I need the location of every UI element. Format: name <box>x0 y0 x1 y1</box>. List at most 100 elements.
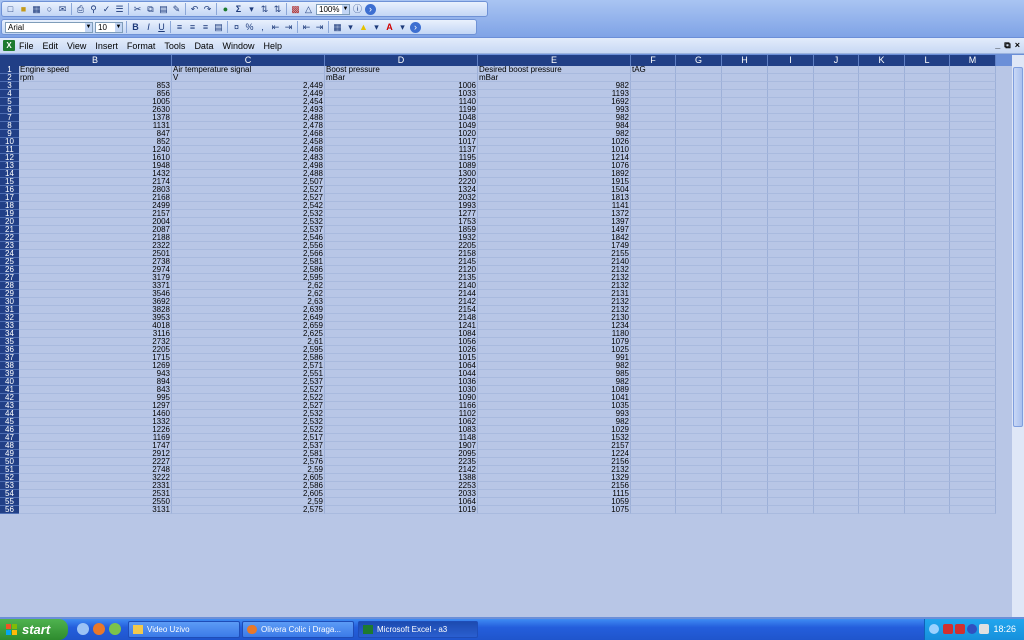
cell[interactable]: 1059 <box>478 498 631 506</box>
close-icon[interactable]: × <box>1015 40 1020 51</box>
cell[interactable] <box>950 66 996 74</box>
cell[interactable] <box>768 306 814 314</box>
cell[interactable] <box>814 138 859 146</box>
cell[interactable] <box>631 202 676 210</box>
cell[interactable] <box>676 266 722 274</box>
cell[interactable] <box>768 282 814 290</box>
cell[interactable]: 982 <box>478 114 631 122</box>
cell[interactable] <box>676 210 722 218</box>
cell[interactable] <box>768 290 814 298</box>
cell[interactable]: 847 <box>19 130 172 138</box>
cell[interactable] <box>722 106 768 114</box>
cell[interactable] <box>814 170 859 178</box>
cell[interactable]: 1090 <box>325 394 478 402</box>
cell[interactable] <box>722 266 768 274</box>
cell[interactable]: 2235 <box>325 458 478 466</box>
cell[interactable]: 1378 <box>19 114 172 122</box>
cell[interactable] <box>859 250 905 258</box>
cell[interactable] <box>905 242 950 250</box>
menu-view[interactable]: View <box>67 41 86 51</box>
cell[interactable]: 1300 <box>325 170 478 178</box>
cell[interactable] <box>905 98 950 106</box>
cell[interactable] <box>905 378 950 386</box>
cell[interactable] <box>905 330 950 338</box>
cell[interactable] <box>814 266 859 274</box>
cell[interactable] <box>676 130 722 138</box>
cell[interactable]: 4018 <box>19 322 172 330</box>
cell[interactable] <box>950 314 996 322</box>
cell[interactable]: 1948 <box>19 162 172 170</box>
cell[interactable]: 1932 <box>325 234 478 242</box>
cell[interactable]: tAG <box>631 66 676 74</box>
cell[interactable] <box>631 114 676 122</box>
column-header-i[interactable]: I <box>768 55 814 66</box>
media-player-icon[interactable] <box>109 623 121 635</box>
cell[interactable] <box>676 298 722 306</box>
cell[interactable] <box>676 410 722 418</box>
cell[interactable] <box>722 202 768 210</box>
cell[interactable] <box>722 370 768 378</box>
cell[interactable] <box>859 178 905 186</box>
spelling-icon[interactable]: ✓ <box>101 4 112 15</box>
cell[interactable]: 2131 <box>478 290 631 298</box>
cell[interactable]: 1193 <box>478 90 631 98</box>
cell[interactable]: 1140 <box>325 98 478 106</box>
cell[interactable] <box>950 90 996 98</box>
cell[interactable]: 1907 <box>325 442 478 450</box>
cell[interactable]: 1006 <box>325 82 478 90</box>
taskbar-item-excel[interactable]: Microsoft Excel - a3 <box>358 621 478 638</box>
cell[interactable]: 2,576 <box>172 458 325 466</box>
cell[interactable]: 982 <box>478 130 631 138</box>
cell[interactable]: 2,62 <box>172 282 325 290</box>
cell[interactable]: 1332 <box>19 418 172 426</box>
cell[interactable]: 2748 <box>19 466 172 474</box>
cell[interactable]: 1397 <box>478 218 631 226</box>
cell[interactable] <box>768 338 814 346</box>
cell[interactable] <box>905 106 950 114</box>
cell[interactable]: 982 <box>478 418 631 426</box>
merge-center-icon[interactable]: ▤ <box>213 22 224 33</box>
cell[interactable] <box>814 394 859 402</box>
cell[interactable]: 2,605 <box>172 490 325 498</box>
vertical-scrollbar[interactable] <box>1012 55 1024 617</box>
cell[interactable]: 1089 <box>325 162 478 170</box>
cell[interactable] <box>950 338 996 346</box>
cell[interactable] <box>859 226 905 234</box>
cell[interactable] <box>814 202 859 210</box>
cell[interactable]: 1025 <box>478 346 631 354</box>
cell[interactable] <box>859 418 905 426</box>
cell[interactable] <box>722 434 768 442</box>
cell[interactable] <box>950 202 996 210</box>
cell[interactable] <box>905 290 950 298</box>
cell[interactable] <box>768 154 814 162</box>
cell[interactable]: 2132 <box>478 282 631 290</box>
cell[interactable] <box>950 378 996 386</box>
cell[interactable]: 1372 <box>478 210 631 218</box>
cell[interactable]: 1131 <box>19 122 172 130</box>
cell[interactable] <box>950 82 996 90</box>
row-header[interactable]: 56 <box>0 506 19 514</box>
cell[interactable] <box>676 474 722 482</box>
bold-button[interactable]: B <box>130 22 141 33</box>
cell[interactable] <box>950 146 996 154</box>
cell[interactable] <box>676 370 722 378</box>
borders-icon[interactable]: ▦ <box>332 22 343 33</box>
cell[interactable] <box>859 402 905 410</box>
cell[interactable] <box>814 90 859 98</box>
cell[interactable] <box>676 226 722 234</box>
cell[interactable] <box>814 82 859 90</box>
autosum-icon[interactable]: Σ <box>233 4 244 15</box>
cell[interactable] <box>950 106 996 114</box>
cell[interactable] <box>905 90 950 98</box>
cell[interactable] <box>950 218 996 226</box>
font-color-icon[interactable]: A <box>384 22 395 33</box>
cell[interactable] <box>814 250 859 258</box>
cell[interactable]: 856 <box>19 90 172 98</box>
cell[interactable] <box>631 498 676 506</box>
cell[interactable] <box>676 170 722 178</box>
cell[interactable] <box>950 482 996 490</box>
start-button[interactable]: start <box>0 619 68 640</box>
cell[interactable]: 1026 <box>478 138 631 146</box>
taskbar-item-browser[interactable]: Olivera Colic i Draga... <box>242 621 354 638</box>
cell[interactable] <box>631 378 676 386</box>
